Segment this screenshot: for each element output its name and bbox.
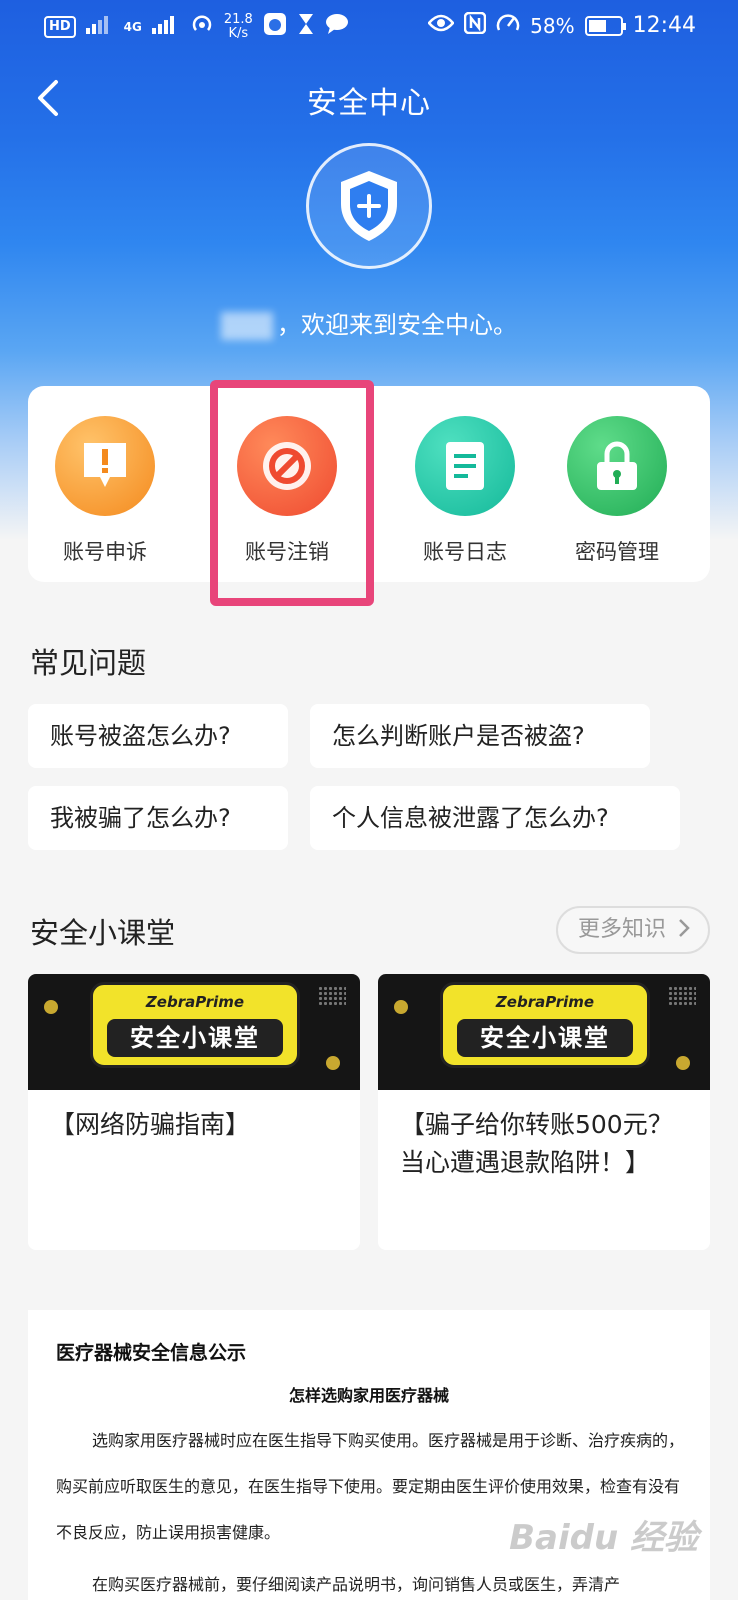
banner-decoration [668, 986, 696, 1006]
course-title: 【骗子给你转账500元？当心遭遇退款陷阱！】 [400, 1110, 673, 1177]
welcome-message: ，欢迎来到安全中心。 [0, 305, 738, 340]
banner-decoration [394, 1000, 408, 1014]
clock: 12:44 [632, 13, 696, 38]
net-speed-unit: K/s [228, 25, 249, 41]
nav-bar: 安全中心 [0, 68, 738, 128]
net-speed: 21.8 K/s [223, 11, 253, 41]
page-title: 安全中心 [307, 86, 431, 121]
quick-action-label: 账号申诉 [63, 540, 147, 564]
chat-icon [325, 13, 349, 40]
app-notification-icon [263, 12, 287, 41]
banner-decoration [318, 986, 346, 1006]
hotspot-icon [190, 13, 214, 40]
document-icon [415, 416, 515, 516]
course-card[interactable]: ZebraPrime 安全小课堂 【骗子给你转账500元？当心遭遇退款陷阱！】 [378, 974, 710, 1250]
welcome-text: ，欢迎来到安全中心。 [277, 311, 517, 339]
hd-icon: HD [44, 15, 76, 38]
lock-icon [567, 416, 667, 516]
quick-action-label: 账号注销 [245, 540, 329, 564]
shield-icon [341, 171, 397, 241]
signal-icon [85, 14, 114, 39]
banner-brand: ZebraPrime [145, 993, 245, 1011]
exclamation-icon [55, 416, 155, 516]
quick-action-account-log[interactable]: 账号日志 [388, 416, 542, 566]
nfc-icon [463, 11, 487, 39]
banner-title: 安全小课堂 [457, 1019, 633, 1057]
banner-title: 安全小课堂 [107, 1019, 283, 1057]
shield-badge [306, 143, 432, 269]
quick-action-label: 密码管理 [575, 540, 659, 564]
more-knowledge-button[interactable]: 更多知识 [556, 906, 710, 954]
course-card[interactable]: ZebraPrime 安全小课堂 【网络防骗指南】 [28, 974, 360, 1250]
faq-title: 常见问题 [30, 646, 147, 680]
battery-icon [584, 15, 626, 36]
quick-action-password[interactable]: 密码管理 [540, 416, 694, 566]
banner-decoration [326, 1056, 340, 1070]
faq-item[interactable]: 怎么判断账户是否被盗? [310, 704, 650, 768]
status-right: 58% 12:44 [427, 11, 696, 39]
faq-item[interactable]: 我被骗了怎么办? [28, 786, 288, 850]
status-bar: HD 4G 21.8 K/s 58% 12:44 [0, 0, 738, 52]
quick-actions-card: 账号申诉 账号注销 账号日志 密码管理 [28, 386, 710, 582]
banner-sign: ZebraPrime 安全小课堂 [90, 982, 300, 1068]
banner-decoration [44, 1000, 58, 1014]
quick-action-cancel-account[interactable]: 账号注销 [210, 416, 364, 566]
banner-brand: ZebraPrime [495, 993, 595, 1011]
faq-item[interactable]: 账号被盗怎么办? [28, 704, 288, 768]
network-type-icon: 4G [123, 19, 142, 34]
prohibited-icon [237, 416, 337, 516]
battery-percent: 58% [530, 13, 575, 38]
faq-item[interactable]: 个人信息被泄露了怎么办? [310, 786, 680, 850]
notice-heading: 医疗器械安全信息公示 [56, 1342, 247, 1364]
quick-action-label: 账号日志 [423, 540, 507, 564]
username-blurred [221, 312, 273, 340]
notice-subheading: 怎样选购家用医疗器械 [288, 1386, 449, 1405]
net-speed-value: 21.8 [223, 11, 253, 27]
banner-decoration [676, 1056, 690, 1070]
course-banner: ZebraPrime 安全小课堂 [378, 974, 710, 1090]
notice-paragraph: 在购买医疗器械前，要仔细阅读产品说明书，询问销售人员或医生，弄清产 [92, 1575, 621, 1594]
status-left: HD 4G 21.8 K/s [44, 12, 349, 41]
quick-action-appeal[interactable]: 账号申诉 [28, 416, 182, 566]
speedometer-icon [496, 12, 520, 39]
hourglass-icon [297, 13, 315, 40]
eye-icon [427, 13, 455, 38]
course-title: 【网络防骗指南】 [50, 1110, 251, 1139]
chevron-right-icon [679, 919, 690, 937]
battery-fill [588, 19, 606, 32]
signal-icon-2 [151, 14, 180, 39]
baidu-watermark: Baidu 经验 [509, 1518, 698, 1558]
classroom-title: 安全小课堂 [30, 916, 176, 950]
more-knowledge-label: 更多知识 [578, 917, 667, 942]
banner-sign: ZebraPrime 安全小课堂 [440, 982, 650, 1068]
course-banner: ZebraPrime 安全小课堂 [28, 974, 360, 1090]
